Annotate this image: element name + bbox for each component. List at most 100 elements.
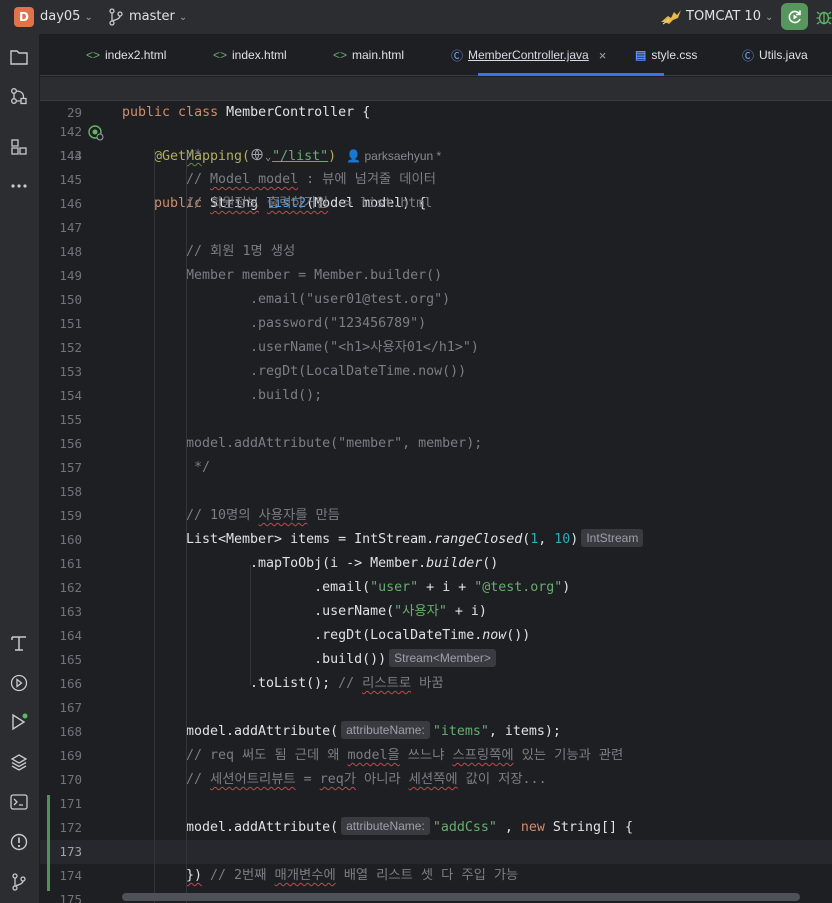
code-text: /* (186, 148, 203, 163)
code-line: 168 model.addAttribute(attributeName: "ite… (40, 720, 832, 744)
tab-index-html[interactable]: <> index.html (213, 34, 287, 76)
line-number: 165 (59, 652, 82, 667)
run-config-selector[interactable]: TOMCAT 10 ⌄ (686, 9, 773, 24)
parameter-hint: attributeName: (341, 817, 430, 835)
code-line: 29 public class MemberController { (40, 77, 832, 120)
plugins-icon[interactable] (8, 136, 30, 158)
code-text: .toList(); // 리스트로 바꿈 (186, 676, 444, 691)
code-line: 151 .password("123456789") (40, 312, 832, 336)
code-line: 147 (40, 216, 832, 240)
tab-utils-java[interactable]: Ⓒ Utils.java (742, 34, 808, 76)
code-line: 166 .toList(); // 리스트로 바꿈 (40, 672, 832, 696)
tab-membercontroller-java[interactable]: Ⓒ MemberController.java × (451, 34, 606, 76)
code-text: List<Member> items = IntStream.rangeClos… (122, 528, 646, 552)
line-number: 154 (59, 388, 82, 403)
css-icon: ▤ (635, 48, 647, 62)
rerun-button[interactable] (781, 3, 808, 30)
title-bar: D day05 ⌄ master ⌄ TOMCAT 10 ⌄ (0, 0, 832, 34)
debug-icon[interactable] (816, 8, 832, 26)
html-icon: <> (86, 48, 101, 62)
code-line: 153 .regDt(LocalDateTime.now()) (40, 360, 832, 384)
line-number: 157 (59, 460, 82, 475)
parameter-hint: attributeName: (341, 721, 430, 739)
code-text: // 회원 1명 생성 (186, 244, 296, 259)
type-hint: IntStream (581, 529, 644, 547)
line-number: 155 (59, 412, 82, 427)
html-icon: <> (213, 48, 228, 62)
line-number: 156 (59, 436, 82, 451)
problems-icon[interactable] (8, 831, 30, 853)
build-icon[interactable] (8, 632, 30, 654)
line-number: 160 (59, 532, 82, 547)
line-number: 146 (59, 196, 82, 211)
code-text: .email("user" + i + "@test.org") (186, 580, 571, 595)
project-name: day05 (40, 9, 81, 24)
code-text: // Model model : 뷰에 넘겨줄 데이터 (186, 172, 436, 187)
class-icon: Ⓒ (451, 48, 464, 63)
code-text: .mapToObj(i -> Member.builder() (186, 556, 499, 571)
code-line: 154 .build(); (40, 384, 832, 408)
line-number: 145 (59, 172, 82, 187)
structure-icon[interactable] (8, 85, 30, 107)
code-editor[interactable]: 29 public class MemberController { 142 @G… (40, 77, 832, 903)
close-icon[interactable]: × (599, 48, 607, 63)
spring-endpoint-icon[interactable] (88, 125, 104, 141)
layers-icon[interactable] (8, 751, 30, 773)
code-line: 157 */ (40, 456, 832, 480)
project-badge[interactable]: D (14, 7, 34, 27)
tab-index2-html[interactable]: <> index2.html (86, 34, 166, 76)
tab-main-html[interactable]: <> main.html (333, 34, 404, 76)
code-text: // 회원정보 출력하거임 -> list.html (186, 196, 433, 211)
tab-style-css[interactable]: ▤ style.css (635, 34, 697, 76)
run-config-name: TOMCAT 10 (686, 9, 761, 24)
line-number: 163 (59, 604, 82, 619)
line-number: 152 (59, 340, 82, 355)
rerun-icon (788, 10, 801, 23)
code-line: 167 (40, 696, 832, 720)
code-text: .email("user01@test.org") (186, 292, 451, 307)
code-line: 144/* (40, 144, 832, 168)
line-number: 158 (59, 484, 82, 499)
code-line: 170// 세션어트리뷰트 = req가 아니라 세션쪽에 값이 저장... (40, 768, 832, 792)
sticky-code: public class MemberController { (122, 105, 371, 120)
html-icon: <> (333, 48, 348, 62)
line-number: 29 (66, 105, 82, 120)
code-line: 152 .userName("<h1>사용자01</h1>") (40, 336, 832, 360)
code-line: 163 .userName("사용자" + i) (40, 600, 832, 624)
code-line: 164 .regDt(LocalDateTime.now()) (40, 624, 832, 648)
code-line: 165 .build()) Stream<Member> (40, 648, 832, 672)
code-text: */ (186, 460, 211, 475)
code-text: .regDt(LocalDateTime.now()) (186, 364, 467, 379)
line-number: 147 (59, 220, 82, 235)
line-number: 167 (59, 700, 82, 715)
project-icon[interactable] (8, 46, 30, 68)
class-icon: Ⓒ (742, 48, 755, 63)
branch-icon[interactable] (108, 8, 124, 26)
sticky-scroll-header[interactable]: 29 public class MemberController { (40, 77, 832, 120)
code-text: }) // 2번째 매개변수에 배열 리스트 셋 다 주입 가능 (186, 868, 519, 883)
run-icon[interactable] (8, 711, 30, 733)
more-icon[interactable] (8, 175, 30, 197)
code-line: 172 model.addAttribute(attributeName: "add… (40, 816, 832, 840)
code-line: 160 List<Member> items = IntStream.rangeC… (40, 528, 832, 552)
indent-guide (186, 149, 187, 903)
git-icon[interactable] (8, 871, 30, 893)
line-number: 164 (59, 628, 82, 643)
line-number: 148 (59, 244, 82, 259)
indent-guide (154, 149, 155, 903)
services-icon[interactable] (8, 672, 30, 694)
vcs-change-marker[interactable] (47, 795, 50, 891)
project-selector[interactable]: day05 ⌄ (40, 9, 93, 24)
line-number: 159 (59, 508, 82, 523)
code-line: 174}) // 2번째 매개변수에 배열 리스트 셋 다 주입 가능 (40, 864, 832, 888)
code-text: model.addAttribute("member", member); (186, 436, 483, 451)
line-number: 169 (59, 748, 82, 763)
code-text: .userName("사용자" + i) (186, 604, 487, 619)
line-number: 153 (59, 364, 82, 379)
horizontal-scrollbar[interactable] (122, 893, 800, 901)
code-line: 162 .email("user" + i + "@test.org") (40, 576, 832, 600)
line-number: 149 (59, 268, 82, 283)
terminal-icon[interactable] (8, 791, 30, 813)
branch-selector[interactable]: master ⌄ (129, 9, 187, 24)
editor-tab-bar: <> index2.html <> index.html <> main.html Ⓒ… (40, 34, 832, 76)
